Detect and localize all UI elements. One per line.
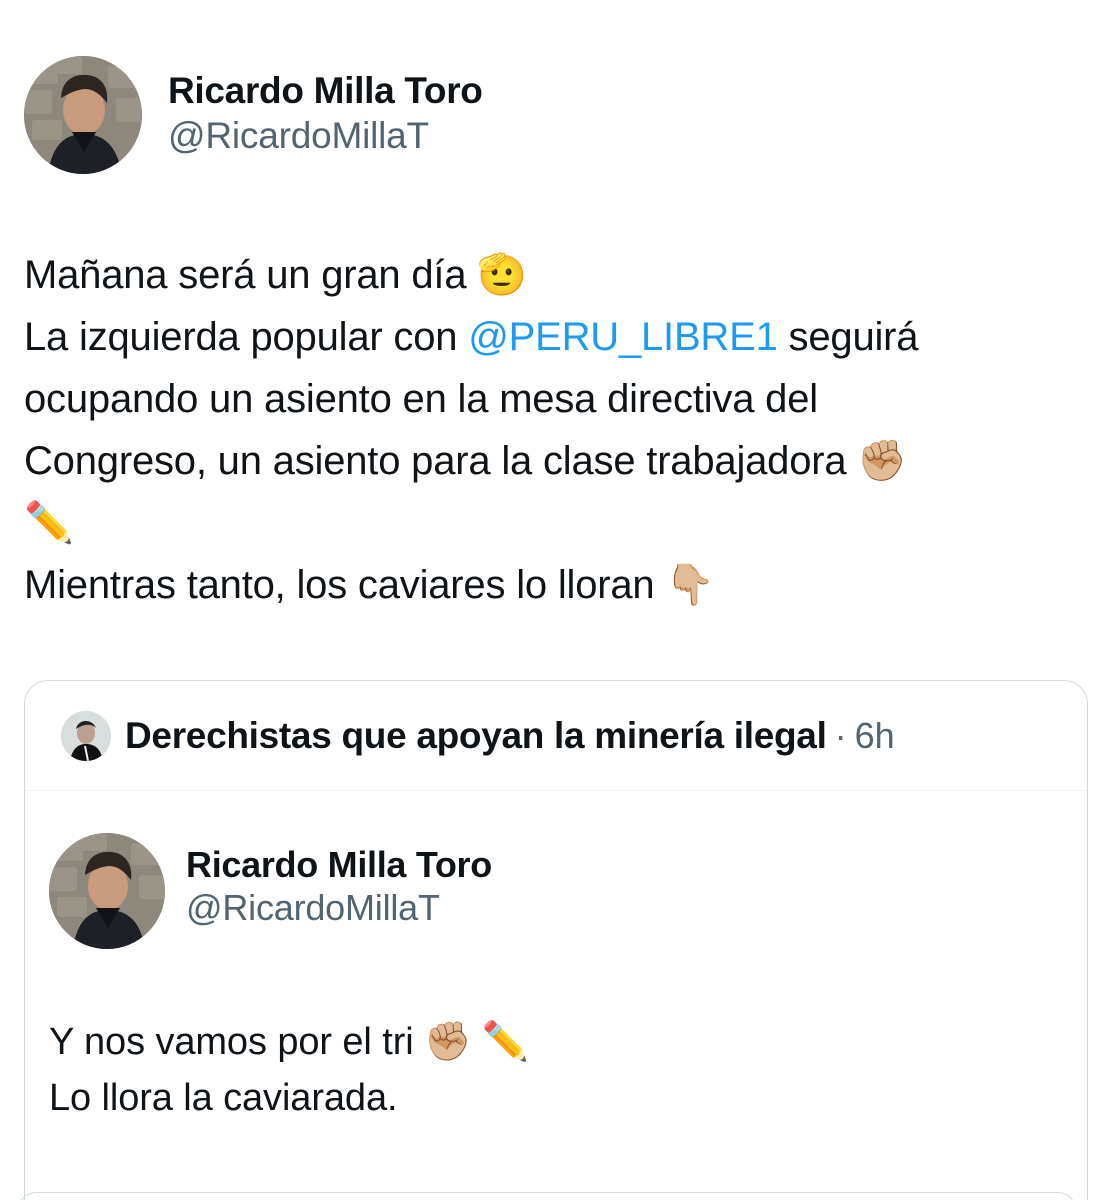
quoted-tweet-body[interactable]: Ricardo Milla Toro @RicardoMillaT Y nos … bbox=[25, 791, 1087, 1126]
quoted-account-separator: · bbox=[834, 714, 847, 756]
tweet-line: La izquierda popular con @PERU_LIBRE1 se… bbox=[24, 306, 1089, 368]
tweet-page: Ricardo Milla Toro @RicardoMillaT Mañana… bbox=[0, 0, 1113, 1200]
quoted-author-handle[interactable]: @RicardoMillaT bbox=[186, 886, 492, 930]
quoted-account-avatar[interactable] bbox=[61, 710, 111, 761]
quoted-tweet-author[interactable]: Ricardo Milla Toro @RicardoMillaT bbox=[49, 833, 1087, 949]
raised-fist-icon: ✊🏼 bbox=[424, 1019, 472, 1063]
saluting-face-icon: 🫡 bbox=[477, 252, 527, 298]
tweet-text: Mañana será un gran día 🫡 La izquierda p… bbox=[24, 244, 1089, 616]
tweet-text-segment: seguirá bbox=[777, 315, 919, 359]
pencil-icon: ✏️ bbox=[24, 500, 74, 546]
quoted-tweet-line: Lo llora la caviarada. bbox=[49, 1077, 398, 1119]
quoted-author-avatar[interactable] bbox=[49, 833, 165, 949]
quoted-account-header[interactable]: Derechistas que apoyan la minería ilegal… bbox=[25, 681, 1087, 791]
author-display-name[interactable]: Ricardo Milla Toro bbox=[168, 69, 483, 113]
tweet-text-segment: Congreso, un asiento para la clase traba… bbox=[24, 439, 847, 483]
tweet-line: Congreso, un asiento para la clase traba… bbox=[24, 430, 1089, 492]
tweet-text-segment: Mañana será un gran día bbox=[24, 253, 467, 297]
tweet-text-segment: Mientras tanto, los caviares lo lloran bbox=[24, 563, 655, 607]
pointing-down-icon: 👇🏼 bbox=[665, 562, 715, 608]
quoted-text-segment: Y nos vamos por el tri bbox=[49, 1021, 414, 1063]
author-names: Ricardo Milla Toro @RicardoMillaT bbox=[168, 69, 483, 159]
quoted-author-display-name[interactable]: Ricardo Milla Toro bbox=[186, 844, 492, 886]
quoted-tweet-text: Y nos vamos por el tri ✊🏼 ✏️ Lo llora la… bbox=[49, 1013, 1087, 1126]
quoted-account-time[interactable]: 6h bbox=[855, 714, 895, 758]
tweet-line: Mañana será un gran día 🫡 bbox=[24, 244, 1089, 306]
nested-card-edge bbox=[18, 1192, 1076, 1200]
tweet-line: ocupando un asiento en la mesa directiva… bbox=[24, 377, 818, 421]
quoted-author-names: Ricardo Milla Toro @RicardoMillaT bbox=[186, 844, 492, 930]
author-handle[interactable]: @RicardoMillaT bbox=[168, 113, 483, 159]
pencil-icon: ✏️ bbox=[481, 1019, 529, 1063]
tweet-line: ✏️ bbox=[24, 492, 1089, 554]
tweet-line: Mientras tanto, los caviares lo lloran 👇… bbox=[24, 554, 1089, 616]
raised-fist-icon: ✊🏼 bbox=[857, 438, 907, 484]
quoted-tweet-card[interactable]: Derechistas que apoyan la minería ilegal… bbox=[24, 680, 1088, 1200]
author-avatar[interactable] bbox=[24, 56, 142, 174]
quoted-account-name[interactable]: Derechistas que apoyan la minería ilegal bbox=[125, 714, 827, 758]
quoted-tweet-line: Y nos vamos por el tri ✊🏼 ✏️ bbox=[49, 1013, 1087, 1070]
mention-link[interactable]: @PERU_LIBRE1 bbox=[468, 315, 778, 359]
tweet-text-segment: La izquierda popular con bbox=[24, 315, 469, 359]
tweet-author[interactable]: Ricardo Milla Toro @RicardoMillaT bbox=[24, 56, 483, 174]
